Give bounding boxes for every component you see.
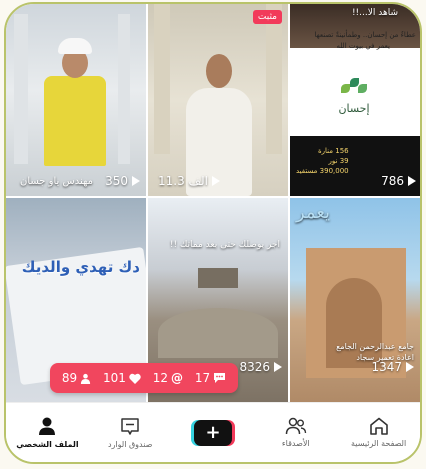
video-caption-line1: جامع عبدالرحمن الجامع xyxy=(336,342,414,351)
video-caption-line3: يعمر في بيوت الله xyxy=(336,42,390,50)
followers-stat: 89 xyxy=(62,371,91,385)
friends-icon xyxy=(285,417,307,435)
engagement-stats: 89 101 12 @ 17 xyxy=(50,363,238,393)
nav-home-label: الصفحة الرئيسية xyxy=(351,439,407,448)
at-icon: @ xyxy=(171,371,183,385)
view-count: 8326 xyxy=(239,360,282,374)
video-tile[interactable]: شاهد الا...!! عطاءٌ من إحسان.. وطمأنينةٌ… xyxy=(290,4,420,196)
likes-stat: 101 xyxy=(103,371,141,385)
video-thumbnail xyxy=(6,4,146,196)
video-tile[interactable]: مهندس ياو جسان 350 xyxy=(6,4,146,196)
play-icon xyxy=(211,176,220,186)
video-tile[interactable]: يعمر جامع عبدالرحمن الجامع اعادة تعمير س… xyxy=(290,198,420,402)
ihsan-logo-icon xyxy=(341,78,367,100)
video-tile[interactable]: مثبت 11.3 الف xyxy=(148,4,288,196)
nav-friends[interactable]: الأصدقاء xyxy=(256,417,336,448)
video-caption: اجر يوصلك حتى بعد مماتك !! xyxy=(169,240,280,250)
nav-create[interactable]: + xyxy=(173,419,253,446)
profile-icon xyxy=(39,417,56,435)
nav-profile-label: الملف الشخصي xyxy=(16,440,79,449)
video-thumbnail xyxy=(148,4,288,196)
nav-inbox-label: صندوق الوارد xyxy=(107,439,153,449)
heart-icon xyxy=(129,373,141,384)
pinned-badge: مثبت xyxy=(252,10,282,24)
ihsan-logo: إحسان xyxy=(324,78,384,115)
view-count: 350 xyxy=(105,174,140,188)
play-icon xyxy=(408,176,416,186)
play-icon xyxy=(274,362,282,372)
impact-stats: 156 منارة 39 نور 390,000 مستفيد xyxy=(296,147,349,175)
inbox-icon xyxy=(121,417,139,435)
video-caption-top: يعمر xyxy=(296,202,331,223)
play-icon xyxy=(132,176,140,186)
video-caption-line1: شاهد الا...!! xyxy=(351,8,398,18)
play-icon xyxy=(406,362,414,372)
view-count: 1347 xyxy=(371,360,414,374)
video-caption-line2: عطاءٌ من إحسان.. وطمأنينةٌ تصنعها xyxy=(314,31,417,39)
home-icon xyxy=(369,417,388,435)
nav-profile[interactable]: الملف الشخصي xyxy=(7,416,87,449)
view-count: 786 xyxy=(381,174,416,188)
video-caption: دك تهدي والديك xyxy=(21,258,140,276)
nav-inbox[interactable]: صندوق الوارد xyxy=(90,417,170,449)
comment-icon xyxy=(214,373,226,383)
nav-friends-label: الأصدقاء xyxy=(281,439,310,448)
comments-stat: 17 xyxy=(195,371,226,385)
person-icon xyxy=(81,373,91,384)
bottom-nav: الصفحة الرئيسية الأصدقاء + صندوق الوارد … xyxy=(6,402,420,462)
video-grid: مهندس ياو جسان 350 مثبت 11.3 الف شاهد ال… xyxy=(6,4,420,402)
phone-frame: مهندس ياو جسان 350 مثبت 11.3 الف شاهد ال… xyxy=(4,2,422,464)
view-count: 11.3 الف xyxy=(158,174,220,188)
video-caption: مهندس ياو جسان xyxy=(20,176,93,187)
nav-home[interactable]: الصفحة الرئيسية xyxy=(339,417,419,448)
ihsan-logo-text: إحسان xyxy=(338,102,370,115)
mentions-stat: 12 @ xyxy=(152,371,183,385)
create-icon: + xyxy=(194,419,233,446)
